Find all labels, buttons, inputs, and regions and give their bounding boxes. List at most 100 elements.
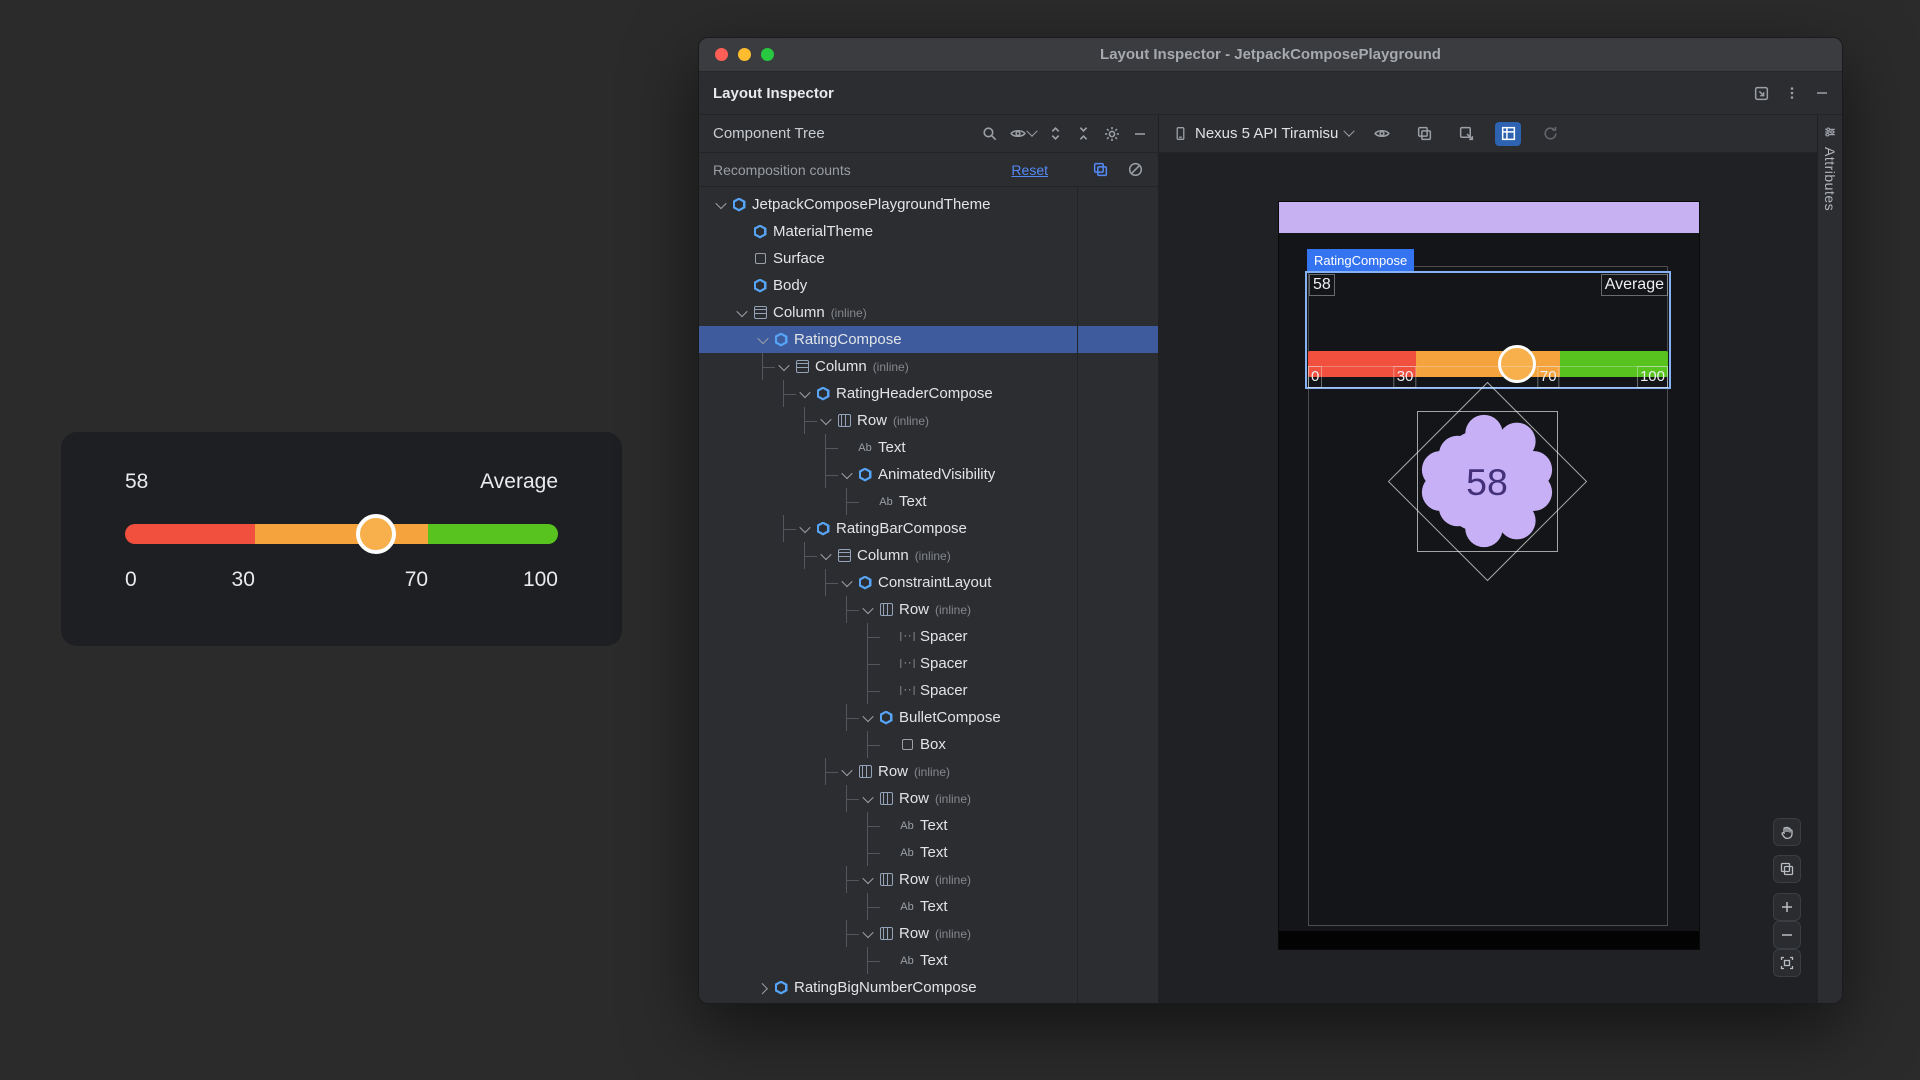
chevron-down-icon[interactable] [733,309,750,317]
visibility-options-icon[interactable] [1369,122,1395,146]
rating-bar-thumb[interactable] [356,514,396,554]
chevron-down-icon[interactable] [754,336,771,344]
chevron-down-icon[interactable] [796,390,813,398]
chevron-down-icon[interactable] [838,768,855,776]
chevron-down-icon[interactable] [859,930,876,938]
chevron-down-icon[interactable] [859,714,876,722]
rating-badge: 58 [1412,406,1562,556]
tree-row[interactable]: AnimatedVisibility [699,461,1158,488]
zoom-button[interactable] [761,48,774,61]
chevron-down-icon[interactable] [859,606,876,614]
attributes-strip[interactable]: Attributes [1817,115,1842,1004]
chevron-down-icon[interactable] [859,795,876,803]
tree-row[interactable]: |··|Spacer [699,650,1158,677]
tree-row[interactable]: Box [699,731,1158,758]
scale-70: 70 [405,568,428,592]
expand-all-icon[interactable] [1047,125,1064,142]
tree-row[interactable]: Column(inline) [699,299,1158,326]
device-name: Nexus 5 API Tiramisu [1195,125,1338,142]
pick-component-icon[interactable] [1453,122,1479,146]
tree-row[interactable]: |··|Spacer [699,677,1158,704]
zoom-out-icon[interactable] [1773,921,1801,949]
tree-row[interactable]: RatingBarCompose [699,515,1158,542]
tree-connector [859,812,880,839]
render-canvas[interactable]: RatingCompose 58 Average 0 30 70 100 [1159,153,1817,1004]
row-icon [880,792,893,805]
search-icon[interactable] [981,125,998,142]
tree-row[interactable]: AbText [699,812,1158,839]
rating-bar-track [125,524,558,544]
tree-row[interactable]: ConstraintLayout [699,569,1158,596]
tree-row-label: Text [878,439,906,456]
layers-icon[interactable] [1411,122,1437,146]
kebab-menu-icon[interactable] [1784,85,1800,101]
zoom-fit-icon[interactable] [1773,949,1801,977]
hide-panel-icon[interactable] [1132,126,1148,142]
window-titlebar[interactable]: Layout Inspector - JetpackComposePlaygro… [699,38,1842,72]
device-selector[interactable]: Nexus 5 API Tiramisu [1173,125,1353,142]
card-rating-bar[interactable] [125,524,558,544]
tree-row-label: ConstraintLayout [878,574,991,591]
tree-row[interactable]: JetpackComposePlaygroundTheme [699,191,1158,218]
chevron-down-icon[interactable] [859,876,876,884]
chevron-down-icon[interactable] [775,363,792,371]
tree-row[interactable]: Row(inline) [699,596,1158,623]
tree-row[interactable]: BulletCompose [699,704,1158,731]
layers-icon[interactable] [1773,855,1801,883]
chevron-down-icon[interactable] [838,579,855,587]
recomposition-label: Recomposition counts [713,162,1011,178]
scale-70: 70 [1537,366,1560,388]
tree-connector [754,353,775,380]
tree-row[interactable]: Column(inline) [699,542,1158,569]
tree-row[interactable]: Row(inline) [699,866,1158,893]
visibility-icon[interactable] [1009,125,1036,142]
tree-row[interactable]: Surface [699,245,1158,272]
device-rating-score: 58 [1309,274,1335,296]
tree-row[interactable]: AbText [699,947,1158,974]
pan-icon[interactable] [1773,818,1801,846]
clear-counts-icon[interactable] [1127,161,1144,178]
tree-row[interactable]: RatingBigNumberCompose [699,974,1158,1001]
tree-row-label: Spacer [920,628,968,645]
chevron-down-icon[interactable] [796,525,813,533]
minimize-button[interactable] [738,48,751,61]
tree-row-label: Column [773,304,825,321]
close-button[interactable] [715,48,728,61]
device-screen[interactable]: RatingCompose 58 Average 0 30 70 100 [1279,202,1699,949]
chevron-right-icon[interactable] [754,984,771,992]
collapse-all-icon[interactable] [1075,125,1092,142]
chevron-down-icon[interactable] [817,417,834,425]
open-tool-window-icon[interactable] [1753,85,1770,102]
tree-row[interactable]: MaterialTheme [699,218,1158,245]
refresh-icon[interactable] [1537,122,1563,146]
tree-row[interactable]: Column(inline) [699,353,1158,380]
tree-row[interactable]: Row(inline) [699,407,1158,434]
row-icon [880,927,893,940]
tree-row[interactable]: Ab Text [699,434,1158,461]
reset-link[interactable]: Reset [1011,162,1048,178]
tree-row[interactable]: Row(inline) [699,758,1158,785]
layout-bounds-toggle[interactable] [1495,122,1521,146]
hide-window-icon[interactable] [1814,85,1830,101]
chevron-down-icon[interactable] [838,471,855,479]
zoom-in-icon[interactable] [1773,893,1801,921]
tree-row[interactable]: Row(inline) [699,785,1158,812]
tree-row[interactable]: RatingHeaderCompose [699,380,1158,407]
copy-counts-icon[interactable] [1092,161,1109,178]
chevron-down-icon[interactable] [817,552,834,560]
attributes-tab-label[interactable]: Attributes [1822,147,1838,211]
tree-row-label: MaterialTheme [773,223,873,240]
tree-row[interactable]: Row(inline) [699,920,1158,947]
text-icon: Ab [858,442,871,454]
tree-row[interactable]: |··|Spacer [699,623,1158,650]
tree-row[interactable]: Body [699,272,1158,299]
settings-gear-icon[interactable] [1103,125,1121,143]
tree-row[interactable]: AbText [699,488,1158,515]
chevron-down-icon[interactable] [712,201,729,209]
tree-connector [817,434,838,461]
tree-row-label: Row [899,925,929,942]
tree-connector [796,542,817,569]
tree-row[interactable]: RatingCompose [699,326,1158,353]
tree-row[interactable]: AbText [699,839,1158,866]
tree-row[interactable]: AbText [699,893,1158,920]
